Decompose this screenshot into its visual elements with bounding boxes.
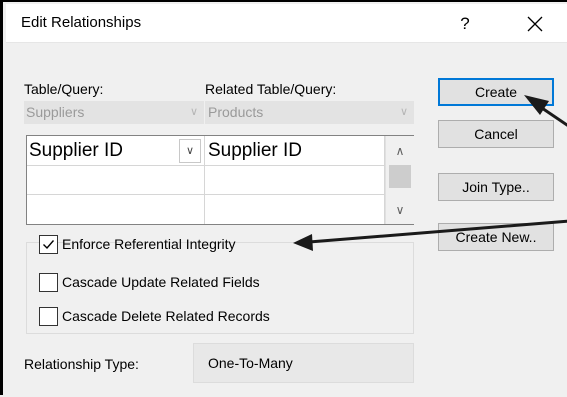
- related-table-query-value: Products: [208, 104, 264, 120]
- enforce-integrity-label: Enforce Referential Integrity: [62, 236, 236, 252]
- fields-grid: Supplier ID ∨ Supplier ID ∧ ∨: [26, 135, 414, 225]
- cascade-update-label: Cascade Update Related Fields: [62, 274, 260, 290]
- table-field-value: Supplier ID: [29, 140, 123, 161]
- table-query-value: Suppliers: [26, 104, 85, 120]
- relationship-type-value: One-To-Many: [193, 343, 414, 383]
- grid-scrollbar[interactable]: ∧ ∨: [385, 136, 414, 224]
- checkmark-icon: [43, 240, 55, 250]
- dialog-title: Edit Relationships: [21, 14, 142, 31]
- table-query-select[interactable]: Suppliers ∨: [24, 101, 204, 124]
- grid-cell-table-field[interactable]: Supplier ID ∨: [27, 136, 205, 166]
- related-table-query-select[interactable]: Products ∨: [205, 101, 414, 124]
- title-bar: Edit Relationships ?: [6, 4, 567, 43]
- create-new-button[interactable]: Create New..: [438, 223, 554, 251]
- enforce-integrity-checkbox[interactable]: [39, 235, 58, 254]
- scroll-up-icon[interactable]: ∧: [386, 140, 414, 162]
- related-table-query-label: Related Table/Query:: [205, 81, 337, 97]
- cancel-button[interactable]: Cancel: [438, 120, 554, 148]
- grid-cell-table-field[interactable]: [27, 166, 205, 195]
- help-button[interactable]: ?: [450, 11, 480, 37]
- table-query-label: Table/Query:: [24, 81, 104, 97]
- related-field-value: Supplier ID: [208, 140, 302, 161]
- cascade-delete-label: Cascade Delete Related Records: [62, 308, 270, 324]
- grid-cell-related-field[interactable]: [205, 166, 385, 195]
- create-button[interactable]: Create: [438, 78, 554, 106]
- scrollbar-thumb[interactable]: [389, 165, 411, 188]
- grid-cell-table-field[interactable]: [27, 195, 205, 224]
- edit-relationships-dialog: Edit Relationships ? Table/Query: Relate…: [0, 0, 567, 395]
- cascade-update-checkbox[interactable]: [39, 273, 58, 292]
- chevron-down-icon: ∨: [399, 106, 408, 118]
- chevron-down-icon: ∨: [189, 106, 198, 118]
- scroll-down-icon[interactable]: ∨: [386, 199, 414, 221]
- grid-cell-related-field[interactable]: Supplier ID: [205, 136, 385, 166]
- close-icon: [527, 16, 543, 32]
- field-dropdown-button[interactable]: ∨: [179, 139, 201, 163]
- close-button[interactable]: [517, 9, 553, 39]
- join-type-button[interactable]: Join Type..: [438, 173, 554, 201]
- grid-cell-related-field[interactable]: [205, 195, 385, 224]
- cascade-delete-checkbox[interactable]: [39, 307, 58, 326]
- relationship-type-label: Relationship Type:: [24, 356, 139, 372]
